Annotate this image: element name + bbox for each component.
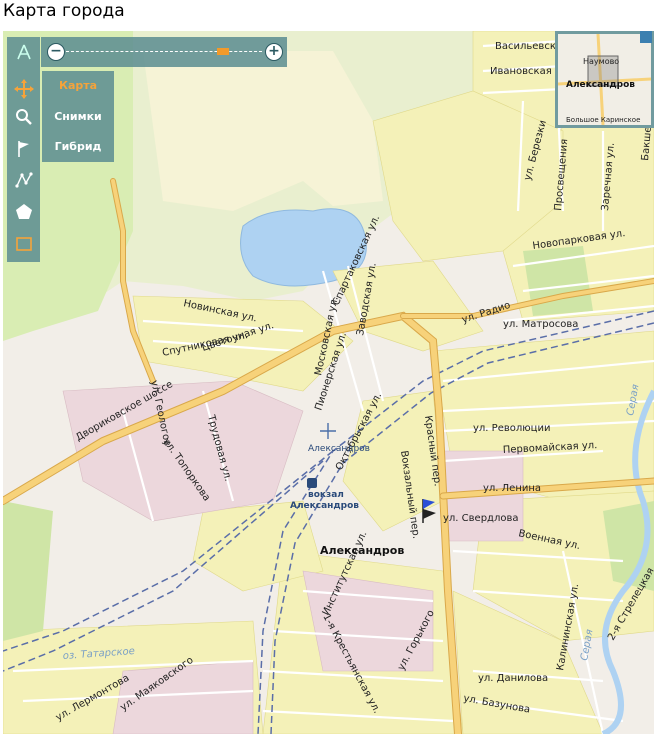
zoom-control: − + (41, 37, 287, 67)
measure-tool-icon[interactable] (7, 37, 40, 67)
station-label-line1: вокзал (308, 490, 344, 500)
stop-label: Александров (308, 444, 370, 454)
page-title: Карта города (3, 1, 125, 21)
map-toolbar (7, 37, 40, 262)
zoom-track[interactable] (66, 51, 262, 55)
street-label: ул. Ленина (483, 483, 541, 494)
polyline-tool-icon[interactable] (7, 165, 40, 195)
mode-hybrid-button[interactable]: Гибрид (42, 132, 114, 162)
zoom-in-button[interactable]: + (265, 43, 283, 61)
mode-map-button[interactable]: Карта (42, 71, 114, 101)
minimap-label: Большое Каринское (566, 116, 640, 124)
magnifier-icon[interactable] (7, 102, 40, 132)
polygon-tool-icon[interactable] (7, 197, 40, 227)
mode-satellite-button[interactable]: Снимки (42, 102, 114, 132)
minimap-label: Александров (566, 80, 635, 90)
map-mode-menu: Карта Снимки Гибрид (42, 71, 114, 162)
street-label: ул. Данилова (478, 673, 548, 684)
station-label-line2: Александров (290, 501, 359, 511)
zoom-slider-thumb[interactable] (217, 48, 229, 55)
zoom-out-button[interactable]: − (47, 43, 65, 61)
street-label: ул. Матросова (503, 319, 578, 330)
street-label: ул. Революции (473, 423, 550, 434)
minimap[interactable]: Наумово Александров Большое Каринское (555, 31, 654, 128)
street-label: ул. Свердлова (443, 513, 519, 524)
pan-tool-icon[interactable] (7, 74, 40, 104)
flag-tool-icon[interactable] (7, 134, 40, 164)
rectangle-tool-icon[interactable] (7, 229, 40, 259)
minimap-label: Наумово (583, 57, 619, 66)
city-label: Александров (320, 544, 404, 557)
minimap-toggle-icon[interactable] (640, 31, 652, 43)
